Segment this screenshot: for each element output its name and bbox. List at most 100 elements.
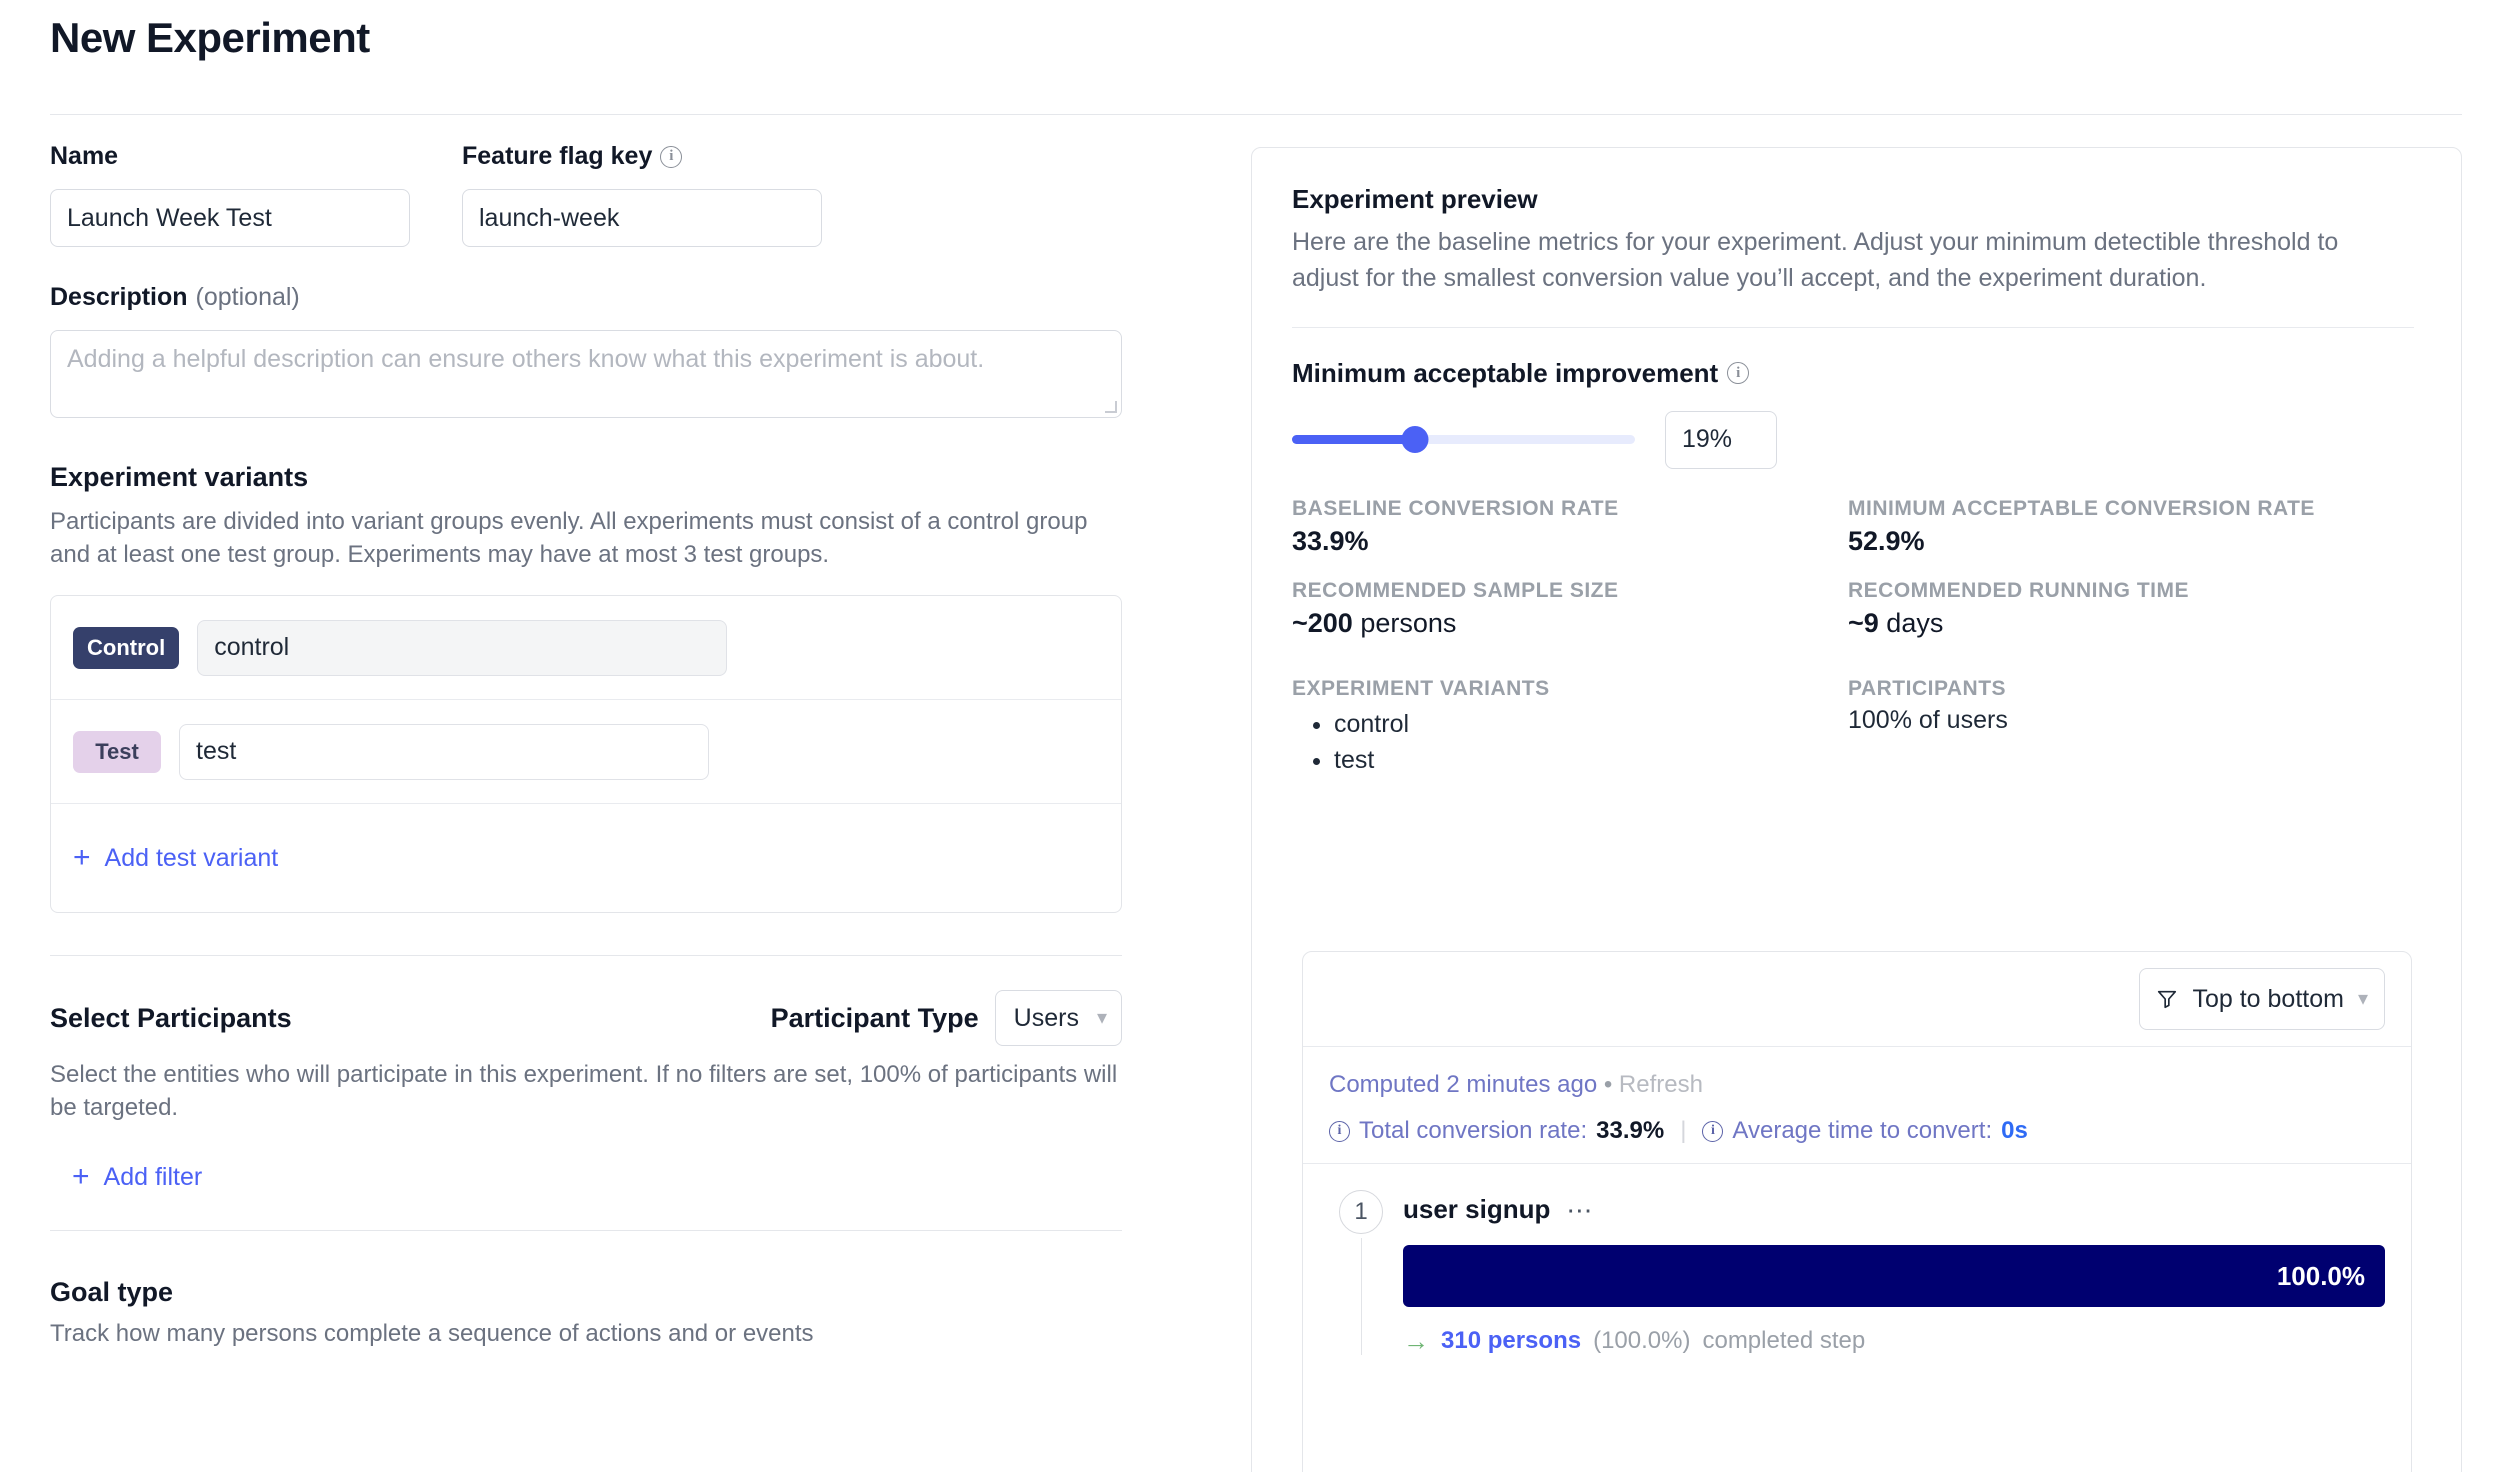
mai-slider[interactable] bbox=[1292, 426, 1635, 454]
test-variant-value: test bbox=[196, 737, 236, 766]
step-content: user signup ⋯ 100.0% → 310 persons (100.… bbox=[1403, 1190, 2385, 1355]
preview-variants-list: control test bbox=[1292, 706, 1848, 779]
description-label-text: Description bbox=[50, 283, 188, 312]
slider-thumb[interactable] bbox=[1402, 426, 1429, 453]
plus-icon: + bbox=[72, 1162, 90, 1192]
funnel-meta: Computed 2 minutes ago • Refresh i Total… bbox=[1303, 1047, 2411, 1164]
stat-value-number: ~9 bbox=[1848, 608, 1879, 638]
participant-type-group: Participant Type Users ▾ bbox=[771, 990, 1122, 1046]
add-filter-button[interactable]: + Add filter bbox=[72, 1162, 202, 1192]
control-variant-value: control bbox=[214, 633, 289, 662]
step-conversion-bar[interactable]: 100.0% bbox=[1403, 1245, 2385, 1307]
stat-minimum-acceptable-conversion: MINIMUM ACCEPTABLE CONVERSION RATE 52.9% bbox=[1848, 497, 2421, 579]
list-item: control bbox=[1334, 706, 1848, 742]
stat-value: ~200 persons bbox=[1292, 608, 1848, 639]
ellipsis-icon[interactable]: ⋯ bbox=[1566, 1197, 1594, 1223]
preview-participants-caption: PARTICIPANTS bbox=[1848, 677, 2421, 701]
name-input-value: Launch Week Test bbox=[67, 204, 272, 233]
stat-value-unit: persons bbox=[1353, 608, 1457, 638]
funnel-steps: 1 user signup ⋯ 100.0% → 310 persons (10… bbox=[1303, 1164, 2411, 1355]
info-icon[interactable]: i bbox=[1329, 1121, 1350, 1142]
add-filter-label: Add filter bbox=[104, 1163, 203, 1192]
meta-separator: | bbox=[1680, 1117, 1686, 1145]
plus-icon: + bbox=[73, 843, 91, 873]
participant-type-select[interactable]: Users ▾ bbox=[995, 990, 1122, 1046]
variants-box: Control control Test test + Add test var… bbox=[50, 595, 1122, 913]
info-icon[interactable]: i bbox=[1727, 362, 1749, 384]
name-label: Name bbox=[50, 142, 410, 171]
stat-caption: RECOMMENDED SAMPLE SIZE bbox=[1292, 579, 1848, 603]
participant-type-label: Participant Type bbox=[771, 1003, 979, 1034]
funnel-toolbar: Top to bottom ▾ bbox=[1303, 952, 2411, 1047]
mai-label-text: Minimum acceptable improvement bbox=[1292, 358, 1718, 389]
stat-value: 52.9% bbox=[1848, 526, 2421, 557]
stat-baseline-conversion: BASELINE CONVERSION RATE 33.9% bbox=[1292, 497, 1848, 579]
preview-participants-block: PARTICIPANTS 100% of users bbox=[1848, 677, 2421, 779]
total-conversion-label: Total conversion rate: bbox=[1359, 1117, 1587, 1145]
preview-variants-caption: EXPERIMENT VARIANTS bbox=[1292, 677, 1848, 701]
funnel-step: 1 user signup ⋯ 100.0% → 310 persons (10… bbox=[1337, 1190, 2385, 1355]
variants-participants-grid: EXPERIMENT VARIANTS control test PARTICI… bbox=[1292, 677, 2421, 779]
experiment-form: Name Launch Week Test Feature flag key i… bbox=[50, 142, 1220, 1348]
control-badge: Control bbox=[73, 627, 179, 669]
minimum-acceptable-improvement-label: Minimum acceptable improvement i bbox=[1292, 358, 2421, 389]
refresh-button[interactable]: Refresh bbox=[1619, 1071, 1703, 1098]
computed-text: Computed 2 minutes ago bbox=[1329, 1071, 1597, 1098]
step-persons-link[interactable]: 310 persons bbox=[1441, 1327, 1581, 1355]
add-test-variant-row: + Add test variant bbox=[51, 804, 1121, 912]
chevron-down-icon: ▾ bbox=[2358, 989, 2368, 1009]
resize-handle-icon[interactable] bbox=[1105, 401, 1117, 413]
slider-fill bbox=[1292, 435, 1415, 444]
participants-divider bbox=[50, 955, 1122, 956]
participants-header-row: Select Participants Participant Type Use… bbox=[50, 990, 1122, 1046]
mai-percent-input[interactable]: 19% bbox=[1665, 411, 1777, 469]
funnel-sort-select[interactable]: Top to bottom ▾ bbox=[2139, 968, 2385, 1030]
average-time-to-convert-item[interactable]: i Average time to convert: 0s bbox=[1702, 1117, 2027, 1145]
goal-type-subtext: Track how many persons complete a sequen… bbox=[50, 1320, 1220, 1348]
list-item: test bbox=[1334, 742, 1848, 778]
stat-caption: MINIMUM ACCEPTABLE CONVERSION RATE bbox=[1848, 497, 2421, 521]
step-number: 1 bbox=[1339, 1190, 1383, 1234]
test-variant-input[interactable]: test bbox=[179, 724, 709, 780]
variants-subtext: Participants are divided into variant gr… bbox=[50, 505, 1130, 571]
add-test-variant-button[interactable]: + Add test variant bbox=[73, 843, 278, 873]
mai-slider-row: 19% bbox=[1292, 411, 2421, 469]
description-textarea[interactable]: Adding a helpful description can ensure … bbox=[50, 330, 1122, 418]
step-marker-column: 1 bbox=[1337, 1190, 1385, 1355]
variant-row-test: Test test bbox=[51, 700, 1121, 804]
funnel-computed-line: Computed 2 minutes ago • Refresh bbox=[1329, 1071, 2385, 1099]
goal-type-heading: Goal type bbox=[50, 1277, 1220, 1308]
participants-heading: Select Participants bbox=[50, 1003, 292, 1034]
control-variant-input[interactable]: control bbox=[197, 620, 727, 676]
step-bar-label: 100.0% bbox=[2277, 1261, 2365, 1292]
participants-subtext: Select the entities who will participate… bbox=[50, 1058, 1130, 1124]
feature-flag-input[interactable]: launch-week bbox=[462, 189, 822, 247]
feature-flag-label-text: Feature flag key bbox=[462, 142, 652, 171]
test-badge: Test bbox=[73, 731, 161, 773]
page-title: New Experiment bbox=[50, 14, 370, 62]
step-percent: (100.0%) bbox=[1593, 1327, 1690, 1355]
avg-time-label: Average time to convert: bbox=[1732, 1117, 1992, 1145]
info-icon[interactable]: i bbox=[1702, 1121, 1723, 1142]
preview-description: Here are the baseline metrics for your e… bbox=[1292, 225, 2382, 297]
name-input[interactable]: Launch Week Test bbox=[50, 189, 410, 247]
preview-variants-block: EXPERIMENT VARIANTS control test bbox=[1292, 677, 1848, 779]
step-foot-tail: completed step bbox=[1702, 1327, 1865, 1355]
step-title: user signup bbox=[1403, 1194, 1550, 1225]
variant-row-control: Control control bbox=[51, 596, 1121, 700]
funnel-metrics-line: i Total conversion rate: 33.9% | i Avera… bbox=[1329, 1117, 2385, 1145]
stat-recommended-running-time: RECOMMENDED RUNNING TIME ~9 days bbox=[1848, 579, 2421, 661]
funnel-preview-card: Top to bottom ▾ Computed 2 minutes ago •… bbox=[1302, 951, 2412, 1472]
mai-percent-value: 19% bbox=[1682, 425, 1732, 454]
feature-flag-field-group: Feature flag key i launch-week bbox=[462, 142, 822, 247]
name-field-group: Name Launch Week Test bbox=[50, 142, 410, 247]
info-icon[interactable]: i bbox=[660, 146, 682, 168]
stat-value-number: ~200 bbox=[1292, 608, 1353, 638]
participant-type-value: Users bbox=[1014, 1004, 1079, 1033]
stat-value-number: 33.9% bbox=[1292, 526, 1369, 556]
preview-divider bbox=[1292, 327, 2414, 328]
feature-flag-input-value: launch-week bbox=[479, 204, 619, 233]
separator-dot: • bbox=[1604, 1071, 1612, 1098]
add-test-variant-label: Add test variant bbox=[105, 844, 279, 873]
total-conversion-rate-item[interactable]: i Total conversion rate: 33.9% bbox=[1329, 1117, 1664, 1145]
